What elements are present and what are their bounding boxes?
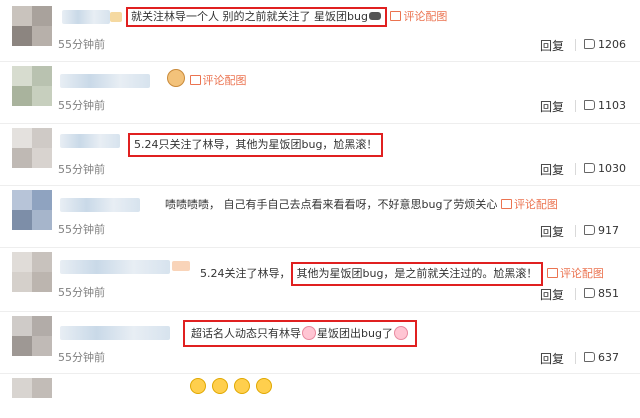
thumbs-up-icon bbox=[584, 39, 595, 49]
comment-image-link[interactable]: 评论配图 bbox=[189, 74, 247, 87]
like-button[interactable]: 1103 bbox=[584, 99, 626, 112]
avatar[interactable] bbox=[12, 316, 52, 356]
like-count: 1030 bbox=[598, 162, 626, 175]
username-blurred[interactable] bbox=[60, 198, 140, 212]
comment-list: 就关注林导一个人 别的之前就关注了 星饭团bug 评论配图 55分钟前 回复 1… bbox=[0, 0, 640, 398]
comment-content: 就关注林导一个人 别的之前就关注了 星饭团bug 评论配图 bbox=[126, 7, 447, 27]
like-button[interactable]: 637 bbox=[584, 351, 619, 364]
comment-text: 就关注林导一个人 别的之前就关注了 星饭团bug bbox=[131, 10, 368, 23]
reply-button[interactable]: 回复 bbox=[540, 286, 564, 303]
comment-content: 评论配图 bbox=[166, 69, 247, 88]
username-blurred[interactable] bbox=[60, 74, 150, 88]
image-icon bbox=[500, 199, 512, 209]
smile-emoji bbox=[212, 378, 228, 394]
comment-image-label: 评论配图 bbox=[202, 74, 247, 87]
comment-content: 啧啧啧啧， 自己有手自己去点看来看看呀，不好意思bug了劳烦关心 评论配图 bbox=[165, 198, 558, 212]
like-button[interactable]: 851 bbox=[584, 287, 619, 300]
comment-item: 啧啧啧啧， 自己有手自己去点看来看看呀，不好意思bug了劳烦关心 评论配图 55… bbox=[0, 186, 640, 250]
like-count: 1206 bbox=[598, 38, 626, 51]
comment-text-start: 5.24关注了林导， bbox=[200, 267, 291, 280]
avatar[interactable] bbox=[12, 66, 52, 106]
like-button[interactable]: 917 bbox=[584, 224, 619, 237]
comment-image-link[interactable]: 评论配图 bbox=[500, 198, 558, 211]
comment-item: 5.24只关注了林导，其他为星饭团bug，尬黑滚！ 55分钟前 回复 1030 bbox=[0, 124, 640, 188]
timestamp: 55分钟前 bbox=[58, 351, 105, 364]
image-icon bbox=[546, 268, 558, 278]
comment-content: 超话名人动态只有林导 星饭团出bug了 bbox=[183, 320, 417, 347]
timestamp: 55分钟前 bbox=[58, 99, 105, 112]
like-count: 1103 bbox=[598, 99, 626, 112]
separator bbox=[575, 352, 576, 364]
thumbs-up-icon bbox=[584, 352, 595, 362]
reply-button[interactable]: 回复 bbox=[540, 350, 564, 367]
smile-emoji bbox=[234, 378, 250, 394]
thumbs-up-icon bbox=[584, 225, 595, 235]
like-button[interactable]: 1206 bbox=[584, 38, 626, 51]
reply-button[interactable]: 回复 bbox=[540, 161, 564, 178]
separator bbox=[575, 288, 576, 300]
comment-text: 啧啧啧啧， 自己有手自己去点看来看看呀，不好意思bug了劳烦关心 bbox=[165, 198, 498, 211]
comment-image-label: 评论配图 bbox=[403, 10, 448, 23]
reply-button[interactable]: 回复 bbox=[540, 98, 564, 115]
separator bbox=[575, 163, 576, 175]
like-count: 851 bbox=[598, 287, 619, 300]
username-blurred[interactable] bbox=[60, 326, 170, 340]
separator bbox=[575, 39, 576, 51]
reply-button[interactable]: 回复 bbox=[540, 223, 564, 240]
avatar[interactable] bbox=[12, 6, 52, 46]
comment-item: 评论配图 55分钟前 回复 1103 bbox=[0, 62, 640, 126]
comment-item: 超话名人动态只有林导 星饭团出bug了 55分钟前 回复 637 bbox=[0, 312, 640, 376]
comment-text-a: 超话名人动态只有林导 bbox=[191, 327, 301, 340]
comment-image-link[interactable]: 评论配图 bbox=[390, 10, 447, 23]
emoji-row bbox=[190, 378, 278, 398]
comment-text-highlight: 其他为星饭团bug，是之前就关注过的。尬黑滚！ bbox=[296, 267, 538, 280]
comment-content: 5.24关注了林导， 其他为星饭团bug，是之前就关注过的。尬黑滚！ 评论配图 bbox=[200, 262, 604, 286]
thumbs-up-icon bbox=[584, 163, 595, 173]
like-count: 917 bbox=[598, 224, 619, 237]
cat-emoji bbox=[167, 69, 185, 87]
thumbs-up-icon bbox=[584, 288, 595, 298]
timestamp: 55分钟前 bbox=[58, 163, 105, 176]
image-icon bbox=[390, 11, 402, 21]
pig-emoji bbox=[302, 326, 316, 340]
comment-content: 5.24只关注了林导，其他为星饭团bug，尬黑滚！ bbox=[128, 133, 384, 157]
comment-text-b: 星饭团出bug了 bbox=[317, 327, 393, 340]
badge-blurred bbox=[110, 12, 122, 22]
smile-emoji bbox=[256, 378, 272, 394]
divider bbox=[0, 373, 640, 374]
comment-item: 就关注林导一个人 别的之前就关注了 星饭团bug 评论配图 55分钟前 回复 1… bbox=[0, 0, 640, 64]
avatar[interactable] bbox=[12, 128, 52, 168]
timestamp: 55分钟前 bbox=[58, 38, 105, 51]
comment-text: 5.24只关注了林导，其他为星饭团bug，尬黑滚！ bbox=[134, 138, 378, 151]
reply-button[interactable]: 回复 bbox=[540, 37, 564, 54]
eye-emoji bbox=[368, 12, 381, 20]
comment-image-link[interactable]: 评论配图 bbox=[546, 267, 604, 280]
thumbs-up-icon bbox=[584, 100, 595, 110]
comment-image-label: 评论配图 bbox=[559, 267, 604, 280]
pig-emoji bbox=[393, 326, 408, 340]
badge-blurred bbox=[172, 261, 190, 271]
username-blurred[interactable] bbox=[60, 260, 170, 274]
avatar[interactable] bbox=[12, 252, 52, 292]
image-icon bbox=[189, 75, 201, 85]
like-button[interactable]: 1030 bbox=[584, 162, 626, 175]
username-blurred[interactable] bbox=[60, 134, 120, 148]
timestamp: 55分钟前 bbox=[58, 223, 105, 236]
comment-image-label: 评论配图 bbox=[513, 198, 558, 211]
like-count: 637 bbox=[598, 351, 619, 364]
avatar[interactable] bbox=[12, 378, 52, 418]
separator bbox=[575, 225, 576, 237]
separator bbox=[575, 100, 576, 112]
avatar[interactable] bbox=[12, 190, 52, 230]
username-blurred[interactable] bbox=[62, 10, 110, 24]
smile-emoji bbox=[190, 378, 206, 394]
timestamp: 55分钟前 bbox=[58, 286, 105, 299]
comment-item: 5.24关注了林导， 其他为星饭团bug，是之前就关注过的。尬黑滚！ 评论配图 5… bbox=[0, 248, 640, 312]
